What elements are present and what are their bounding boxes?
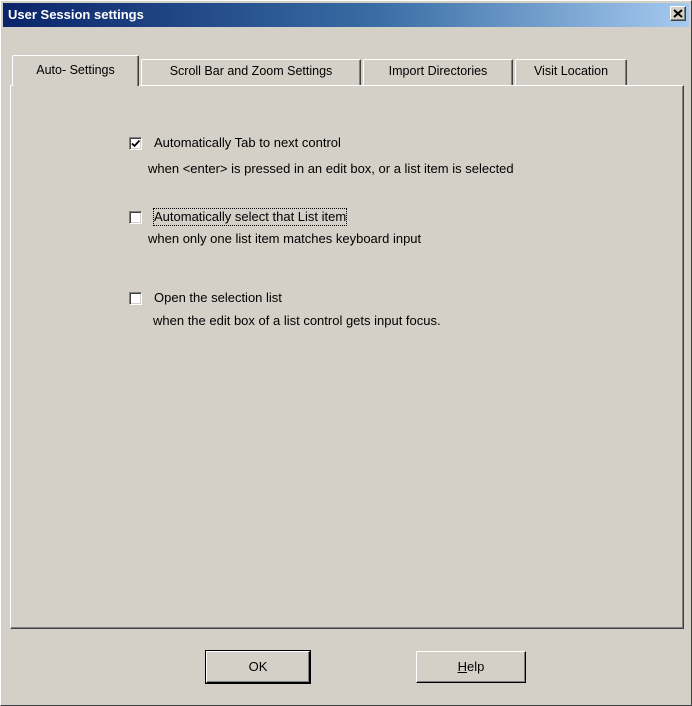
close-icon	[673, 7, 683, 21]
auto-tab-label[interactable]: Automatically Tab to next control	[154, 135, 341, 151]
tab-label: Auto- Settings	[36, 63, 115, 77]
auto-select-label[interactable]: Automatically select that List item	[152, 208, 348, 226]
open-selection-list-checkbox[interactable]	[129, 292, 142, 305]
tab-label: Scroll Bar and Zoom Settings	[169, 64, 333, 78]
tab-auto-settings[interactable]: Auto- Settings	[12, 55, 139, 86]
auto-select-checkbox[interactable]	[129, 211, 142, 224]
tab-scroll-bar-and-zoom-settings[interactable]: Scroll Bar and Zoom Settings	[141, 59, 361, 85]
close-button[interactable]	[670, 6, 686, 21]
auto-tab-checkbox[interactable]	[129, 137, 142, 150]
open-selection-list-label[interactable]: Open the selection list	[154, 290, 282, 306]
auto-select-description: when only one list item matches keyboard…	[148, 231, 422, 246]
help-button-label: Help	[457, 659, 485, 674]
help-button[interactable]: Help	[416, 651, 526, 683]
tab-label: Import Directories	[388, 64, 488, 78]
ok-button[interactable]: OK	[205, 650, 311, 684]
title-bar[interactable]: User Session settings	[3, 3, 689, 27]
window-title: User Session settings	[8, 7, 144, 22]
auto-settings-panel: Automatically Tab to next control when <…	[10, 85, 684, 629]
user-session-settings-dialog: User Session settings Auto- Settings Scr…	[0, 0, 692, 706]
tab-label: Visit Location	[533, 64, 609, 78]
ok-button-label: OK	[248, 659, 268, 674]
auto-tab-description: when <enter> is pressed in an edit box, …	[148, 161, 514, 176]
open-selection-list-description: when the edit box of a list control gets…	[153, 313, 441, 328]
tab-visit-location[interactable]: Visit Location	[515, 59, 627, 85]
tab-import-directories[interactable]: Import Directories	[363, 59, 513, 85]
